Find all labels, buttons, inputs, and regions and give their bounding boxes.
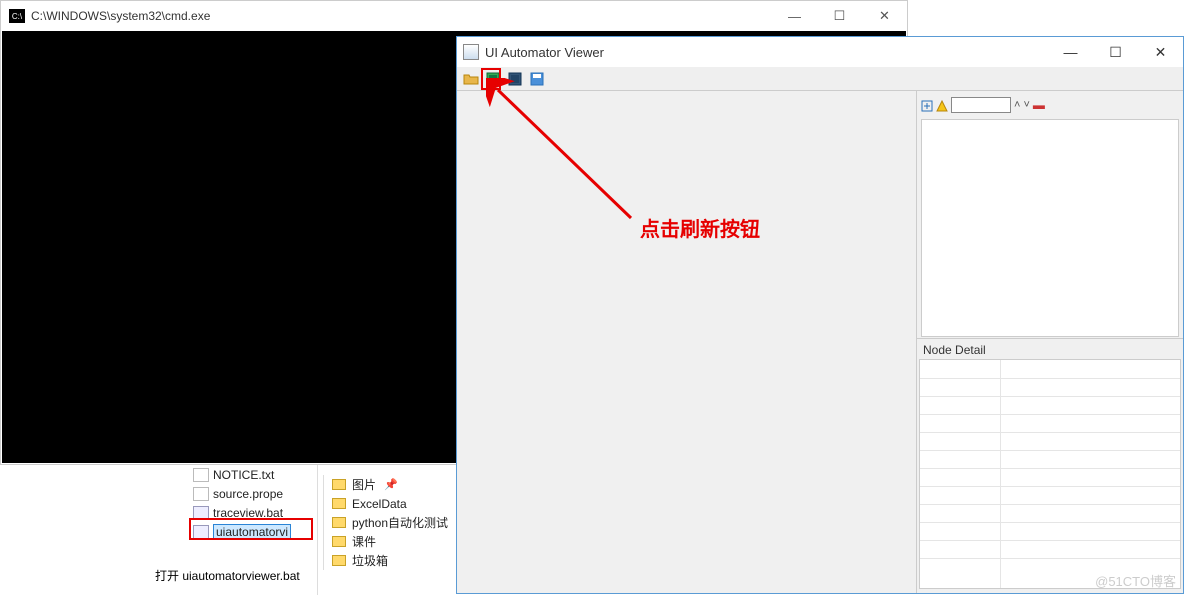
- expand-all-icon[interactable]: [921, 99, 933, 111]
- file-row[interactable]: source.prope: [193, 484, 313, 503]
- watermark: @51CTO博客: [1095, 571, 1176, 590]
- annotation-toolbar-box: [481, 68, 501, 90]
- screenshot-compressed-button[interactable]: [505, 69, 525, 89]
- cmd-window-controls: — ☐ ✕: [772, 1, 907, 31]
- uia-screenshot-pane[interactable]: [457, 91, 917, 593]
- file-name: NOTICE.txt: [213, 468, 274, 482]
- uia-window-controls: — ☐ ✕: [1048, 37, 1183, 67]
- folder-icon: [332, 479, 346, 490]
- detail-title: Node Detail: [919, 341, 1181, 359]
- warning-icon[interactable]: [936, 99, 948, 111]
- file-name: source.prope: [213, 487, 283, 501]
- clear-icon[interactable]: ▬: [1033, 98, 1045, 112]
- pin-icon: 📌: [384, 478, 398, 491]
- qa-label: 课件: [352, 533, 376, 550]
- uia-tree-panel: ˄ ˅ ▬: [917, 91, 1183, 339]
- qa-label: 垃圾箱: [352, 552, 388, 569]
- folder-icon: [332, 498, 346, 509]
- open-instruction: 打开 uiautomatorviewer.bat: [155, 567, 300, 584]
- quick-access-item[interactable]: python自动化测试: [332, 513, 448, 532]
- folder-icon: [332, 555, 346, 566]
- maximize-button[interactable]: ☐: [817, 1, 862, 31]
- uia-toolbar: [457, 67, 1183, 91]
- maximize-button[interactable]: ☐: [1093, 37, 1138, 67]
- annotation-text: 点击刷新按钮: [640, 213, 760, 242]
- close-button[interactable]: ✕: [862, 1, 907, 31]
- open-file-button[interactable]: [461, 69, 481, 89]
- quick-access-item[interactable]: 图片 📌: [332, 475, 448, 494]
- folder-icon: [332, 517, 346, 528]
- save-button[interactable]: [527, 69, 547, 89]
- qa-label: python自动化测试: [352, 514, 448, 531]
- quick-access-item[interactable]: 课件: [332, 532, 448, 551]
- cmd-title-text: C:\WINDOWS\system32\cmd.exe: [31, 9, 210, 23]
- uia-title-text: UI Automator Viewer: [485, 45, 604, 60]
- uia-app-icon: [463, 44, 479, 60]
- folder-icon: [332, 536, 346, 547]
- cmd-icon: C:\: [9, 9, 25, 23]
- uia-tree[interactable]: [921, 119, 1179, 337]
- next-icon[interactable]: ˅: [1023, 99, 1029, 111]
- file-row[interactable]: NOTICE.txt: [193, 465, 313, 484]
- detail-grid[interactable]: [919, 359, 1181, 589]
- search-input[interactable]: [951, 97, 1011, 113]
- uiautomator-window: UI Automator Viewer — ☐ ✕ ˄: [456, 36, 1184, 594]
- quick-access-item[interactable]: 垃圾箱: [332, 551, 448, 570]
- minimize-button[interactable]: —: [772, 1, 817, 31]
- qa-label: ExcelData: [352, 497, 407, 511]
- annotation-box: [189, 518, 313, 540]
- qa-label: 图片: [352, 476, 376, 493]
- quick-access-item[interactable]: ExcelData: [332, 494, 448, 513]
- uia-detail-panel: Node Detail: [917, 339, 1183, 593]
- close-button[interactable]: ✕: [1138, 37, 1183, 67]
- prev-icon[interactable]: ˄: [1014, 99, 1020, 111]
- divider: [317, 465, 318, 595]
- minimize-button[interactable]: —: [1048, 37, 1093, 67]
